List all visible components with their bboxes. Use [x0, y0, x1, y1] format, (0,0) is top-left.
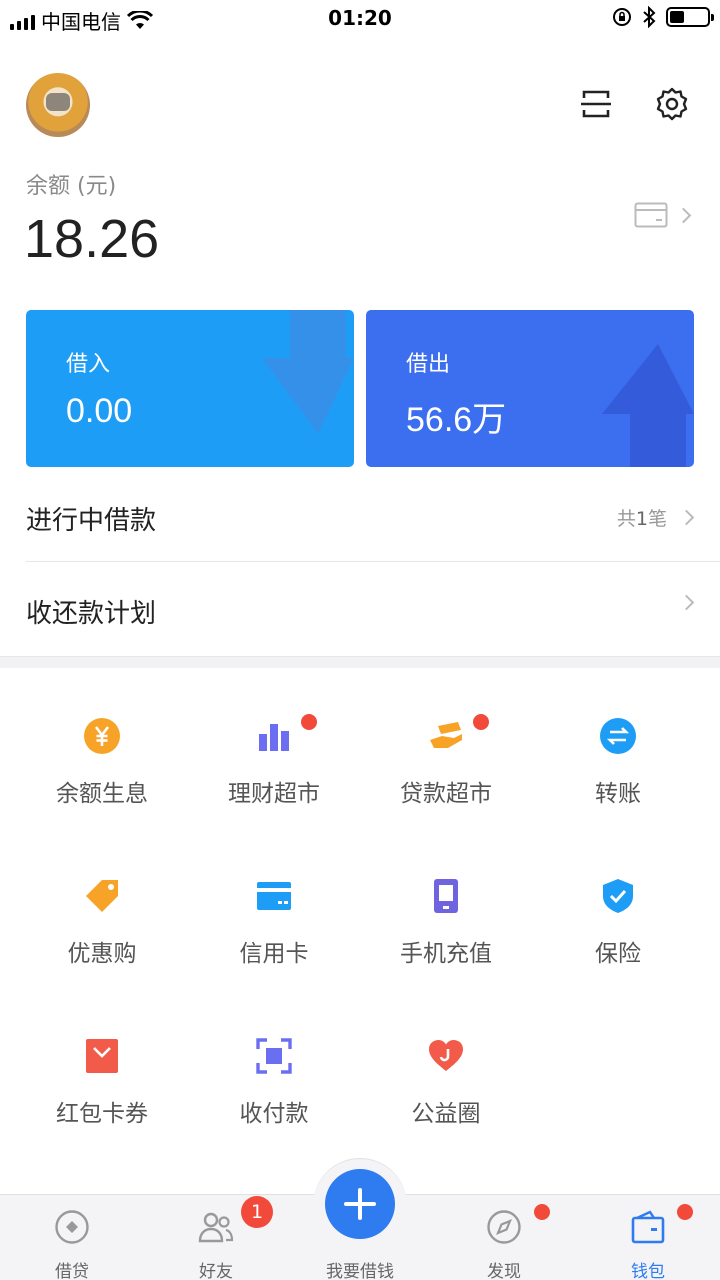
balance-label: 余额 (元) — [26, 174, 117, 199]
grid-label: 红包卡券 — [56, 1101, 148, 1127]
tab-loan[interactable]: 借贷 — [0, 1195, 144, 1280]
tab-wallet[interactable]: 钱包 — [576, 1195, 720, 1280]
grid-item-transfer[interactable]: 转账 — [532, 718, 704, 828]
grid-item-insurance[interactable]: 保险 — [532, 878, 704, 988]
grid-item-charity[interactable]: 公益圈 — [360, 1038, 532, 1148]
yuan-coin-icon — [84, 718, 120, 754]
compass-icon — [487, 1210, 521, 1244]
phone-icon — [434, 879, 458, 913]
grid-label: 收付款 — [239, 1101, 309, 1127]
repayment-plan-row[interactable]: 收还款计划 — [0, 563, 720, 655]
loan-tab-icon — [55, 1210, 89, 1244]
repayment-plan-label: 收还款计划 — [26, 599, 157, 629]
transfer-icon — [600, 718, 636, 754]
loan-hand-icon — [430, 722, 462, 748]
row-divider — [26, 561, 720, 562]
gear-icon[interactable] — [654, 86, 690, 122]
notification-dot — [301, 714, 317, 730]
heart-icon — [429, 1040, 463, 1071]
grid-label: 公益圈 — [411, 1101, 481, 1127]
grid-item-loan-market[interactable]: 贷款超市 — [360, 718, 532, 828]
bluetooth-icon — [643, 6, 656, 28]
section-separator — [0, 656, 720, 668]
status-bar: 中国电信 01:20 — [0, 0, 720, 40]
lend-out-title: 借出 — [406, 352, 451, 377]
count-suffix: 笔 — [647, 508, 667, 530]
grid-label: 手机充值 — [400, 941, 492, 967]
bank-card-icon — [634, 202, 668, 228]
tab-label: 钱包 — [631, 1262, 665, 1280]
grid-item-balance-interest[interactable]: 余额生息 — [16, 718, 188, 828]
bank-card-link[interactable] — [634, 200, 704, 230]
tab-label: 借贷 — [55, 1262, 89, 1280]
shield-icon — [603, 879, 633, 913]
grid-label: 转账 — [595, 781, 641, 807]
borrow-in-value: 0.00 — [66, 392, 133, 430]
arrow-down-icon — [262, 310, 354, 434]
grid-label: 信用卡 — [239, 941, 309, 967]
battery-icon — [666, 7, 714, 27]
scan-icon[interactable] — [578, 86, 614, 122]
balance-value: 18.26 — [24, 209, 160, 269]
grid-item-discount-shopping[interactable]: 优惠购 — [16, 878, 188, 988]
grid-item-receive-pay[interactable]: 收付款 — [188, 1038, 360, 1148]
chevron-right-icon — [675, 207, 692, 223]
wallet-icon — [631, 1210, 665, 1244]
tab-label: 我要借钱 — [326, 1262, 394, 1280]
grid-item-wealth-market[interactable]: 理财超市 — [188, 718, 360, 828]
grid-label: 余额生息 — [56, 781, 148, 807]
notification-dot — [677, 1204, 693, 1220]
status-right — [612, 6, 714, 28]
grid-item-phone-recharge[interactable]: 手机充值 — [360, 878, 532, 988]
red-envelope-icon — [86, 1039, 118, 1073]
repayment-plan-arrow — [678, 594, 695, 611]
grid-item-red-envelope[interactable]: 红包卡券 — [16, 1038, 188, 1148]
grid-label: 理财超市 — [228, 781, 320, 807]
grid-item-credit-card[interactable]: 信用卡 — [188, 878, 360, 988]
friends-icon — [198, 1212, 234, 1243]
chevron-right-icon — [678, 594, 695, 611]
grid-label: 优惠购 — [67, 941, 137, 967]
price-tag-icon — [86, 880, 118, 912]
borrow-in-title: 借入 — [66, 352, 111, 377]
lend-out-value: 56.6万 — [406, 401, 507, 439]
notification-dot — [534, 1204, 550, 1220]
borrow-money-button[interactable] — [325, 1169, 395, 1239]
ongoing-loans-count: 共1笔 — [616, 504, 695, 531]
friends-badge: 1 — [241, 1196, 273, 1228]
scan-frame-icon — [256, 1038, 292, 1074]
credit-card-icon — [257, 882, 291, 910]
avatar[interactable] — [26, 73, 90, 137]
tab-discover[interactable]: 发现 — [432, 1195, 576, 1280]
arrow-up-icon — [602, 344, 694, 467]
bar-chart-icon — [259, 724, 289, 751]
borrow-in-card[interactable]: 借入 0.00 — [26, 310, 354, 467]
grid-label: 保险 — [595, 941, 641, 967]
notification-dot — [473, 714, 489, 730]
grid-label: 贷款超市 — [400, 781, 492, 807]
lend-out-card[interactable]: 借出 56.6万 — [366, 310, 694, 467]
count-prefix: 共 — [616, 508, 636, 530]
tab-label: 好友 — [199, 1262, 233, 1280]
ongoing-loans-label: 进行中借款 — [26, 506, 157, 536]
count-number: 1 — [635, 508, 648, 530]
tab-label: 发现 — [487, 1262, 521, 1280]
ongoing-loans-row[interactable]: 进行中借款 共1笔 — [0, 470, 720, 562]
chevron-right-icon — [678, 509, 695, 526]
rotation-lock-icon — [613, 8, 631, 26]
